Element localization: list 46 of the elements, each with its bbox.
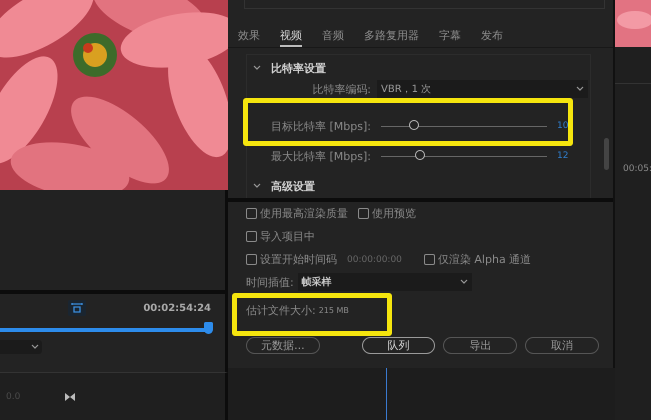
dialog-button[interactable]: 队列	[362, 337, 436, 354]
checkbox-option[interactable]: 使用预览	[358, 206, 416, 221]
dialog-button[interactable]: 取消	[525, 337, 599, 354]
checkbox[interactable]	[424, 254, 435, 265]
chevron-down-icon	[576, 86, 584, 92]
slider-label: 目标比特率 [Mbps]:	[270, 118, 371, 134]
checkbox-option[interactable]: 仅渲染 Alpha 通道	[424, 252, 532, 267]
settings-tab[interactable]: 发布	[481, 27, 503, 47]
checkbox[interactable]	[246, 254, 257, 265]
dialog-button[interactable]: 导出	[443, 337, 518, 354]
chevron-down-icon	[31, 344, 39, 350]
section-title: 比特率设置	[271, 60, 326, 76]
slider-thumb[interactable]	[415, 150, 425, 160]
checkbox[interactable]	[358, 208, 369, 219]
chevron-down-icon	[460, 279, 468, 285]
file-size-label: 估计文件大小:	[246, 302, 316, 318]
playhead[interactable]	[204, 322, 213, 334]
time-interpolation-select[interactable]: 帧采样	[298, 273, 472, 291]
field-label: 比特率编码:	[311, 82, 371, 96]
checkbox[interactable]	[246, 231, 257, 242]
checkbox-option[interactable]: 导入项目中	[246, 229, 315, 244]
field-label: 时间插值:	[246, 274, 294, 290]
checkbox[interactable]	[246, 208, 257, 219]
slider-value: 12	[557, 151, 568, 161]
settings-tab[interactable]: 效果	[238, 27, 260, 47]
slider-label: 最大比特率 [Mbps]:	[270, 148, 371, 164]
scrollbar[interactable]	[604, 138, 609, 170]
slider-value: 10	[557, 121, 568, 131]
section-title: 高级设置	[271, 178, 315, 194]
dialog-button[interactable]: 元数据...	[246, 337, 320, 354]
timecode: 00:02:54:24	[143, 302, 211, 314]
safe-margins-icon[interactable]	[68, 300, 86, 316]
settings-tab[interactable]: 多路复用器	[364, 27, 419, 47]
settings-tab[interactable]: 视频	[280, 27, 302, 47]
bowtie-icon[interactable]	[65, 392, 75, 400]
checkbox-option[interactable]: 设置开始时间码	[246, 252, 337, 267]
bitrate-encoding-select[interactable]: VBR，1 次	[377, 80, 588, 98]
slider-thumb[interactable]	[409, 120, 420, 130]
file-size-value: 215 MB	[318, 306, 349, 314]
settings-tab[interactable]: 音频	[322, 27, 344, 47]
timecode-field[interactable]: 00:00:00:00	[347, 254, 402, 264]
timecode: 00:05:	[623, 164, 651, 174]
playhead-line	[386, 368, 387, 420]
playback-bar[interactable]	[0, 322, 213, 336]
checkbox-option[interactable]: 使用最高渲染质量	[246, 206, 348, 221]
settings-tab[interactable]: 字幕	[439, 27, 461, 47]
